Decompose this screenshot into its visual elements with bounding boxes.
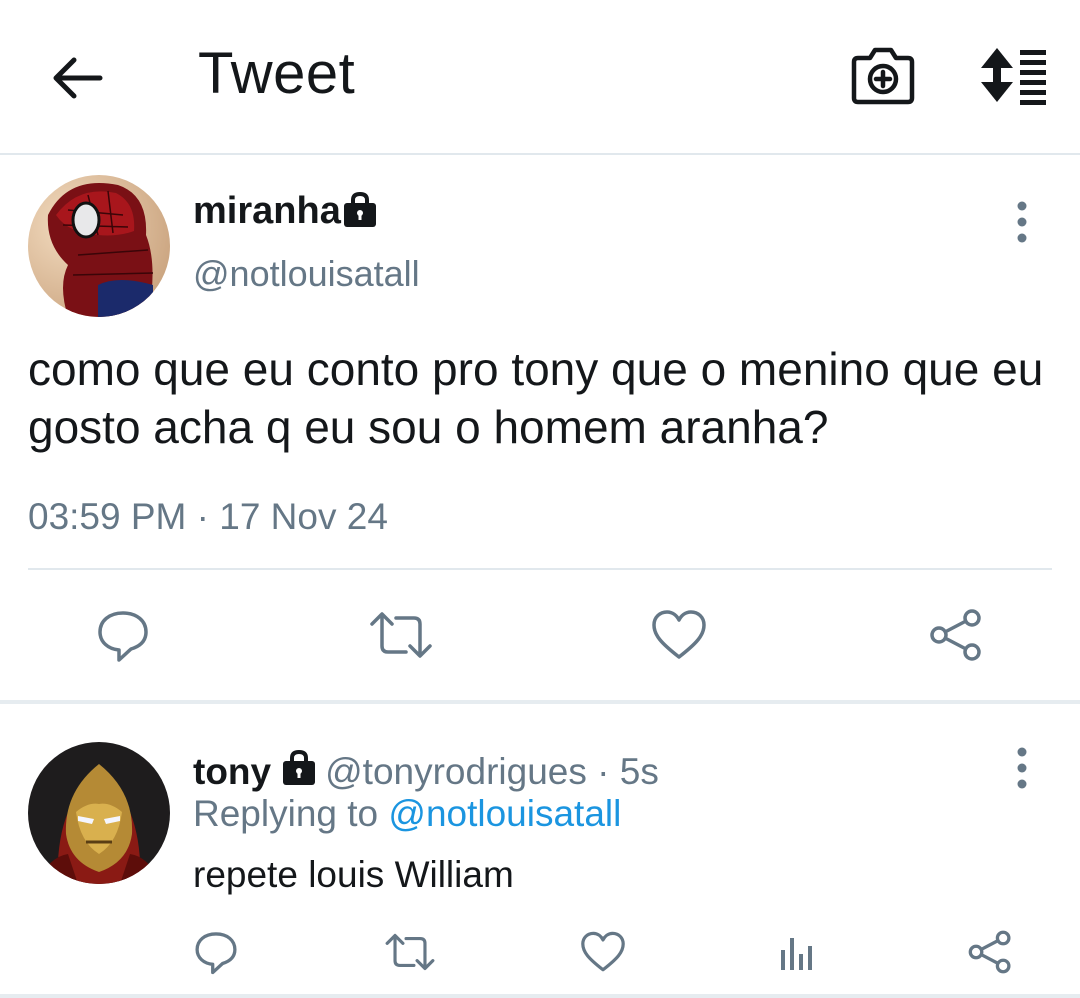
reply-icon[interactable] xyxy=(88,600,158,670)
tweet-author-name[interactable]: miranha xyxy=(193,190,341,233)
replying-to: Replying to @notlouisatall xyxy=(193,793,621,835)
top-app-bar: Tweet xyxy=(0,0,1080,155)
retweet-icon[interactable] xyxy=(366,600,436,670)
reply-author-name[interactable]: tony xyxy=(193,751,271,792)
camera-plus-icon[interactable] xyxy=(848,42,918,108)
lock-icon xyxy=(279,748,319,788)
tweet-timestamp: 03:59 PM · 17 Nov 24 xyxy=(28,496,388,537)
like-icon[interactable] xyxy=(568,918,638,986)
tweet-actions xyxy=(0,600,1080,670)
sort-icon[interactable] xyxy=(972,44,1052,106)
reply-header: tony @tonyrodrigues · 5s xyxy=(193,748,659,793)
divider xyxy=(28,568,1052,570)
reply-time: · 5s xyxy=(586,751,659,792)
more-options-icon[interactable] xyxy=(1002,746,1042,790)
tweet-author-handle[interactable]: @notlouisatall xyxy=(193,253,420,295)
back-arrow-icon[interactable] xyxy=(48,48,108,108)
analytics-icon[interactable] xyxy=(762,918,832,986)
lock-icon xyxy=(340,190,380,230)
avatar-spiderman[interactable] xyxy=(28,175,170,317)
share-icon[interactable] xyxy=(921,600,991,670)
reply-icon[interactable] xyxy=(181,918,251,986)
bottom-divider xyxy=(0,994,1080,998)
section-separator xyxy=(0,700,1080,704)
more-options-icon[interactable] xyxy=(1002,200,1042,244)
tweet-text: como que eu conto pro tony que o menino … xyxy=(28,343,1044,453)
reply-text: repete louis William xyxy=(193,854,514,895)
page-title: Tweet xyxy=(198,41,356,106)
replying-to-prefix: Replying to xyxy=(193,793,389,834)
retweet-icon[interactable] xyxy=(375,918,445,986)
replying-to-link[interactable]: @notlouisatall xyxy=(388,793,621,834)
tweet-detail-screen: Tweet miranha @notlouisatall como que eu… xyxy=(0,0,1080,998)
reply-author-handle[interactable]: @tonyrodrigues xyxy=(325,751,587,792)
reply-actions xyxy=(0,918,1080,986)
like-icon[interactable] xyxy=(644,600,714,670)
share-icon[interactable] xyxy=(955,918,1025,986)
avatar-ironman[interactable] xyxy=(28,742,170,884)
